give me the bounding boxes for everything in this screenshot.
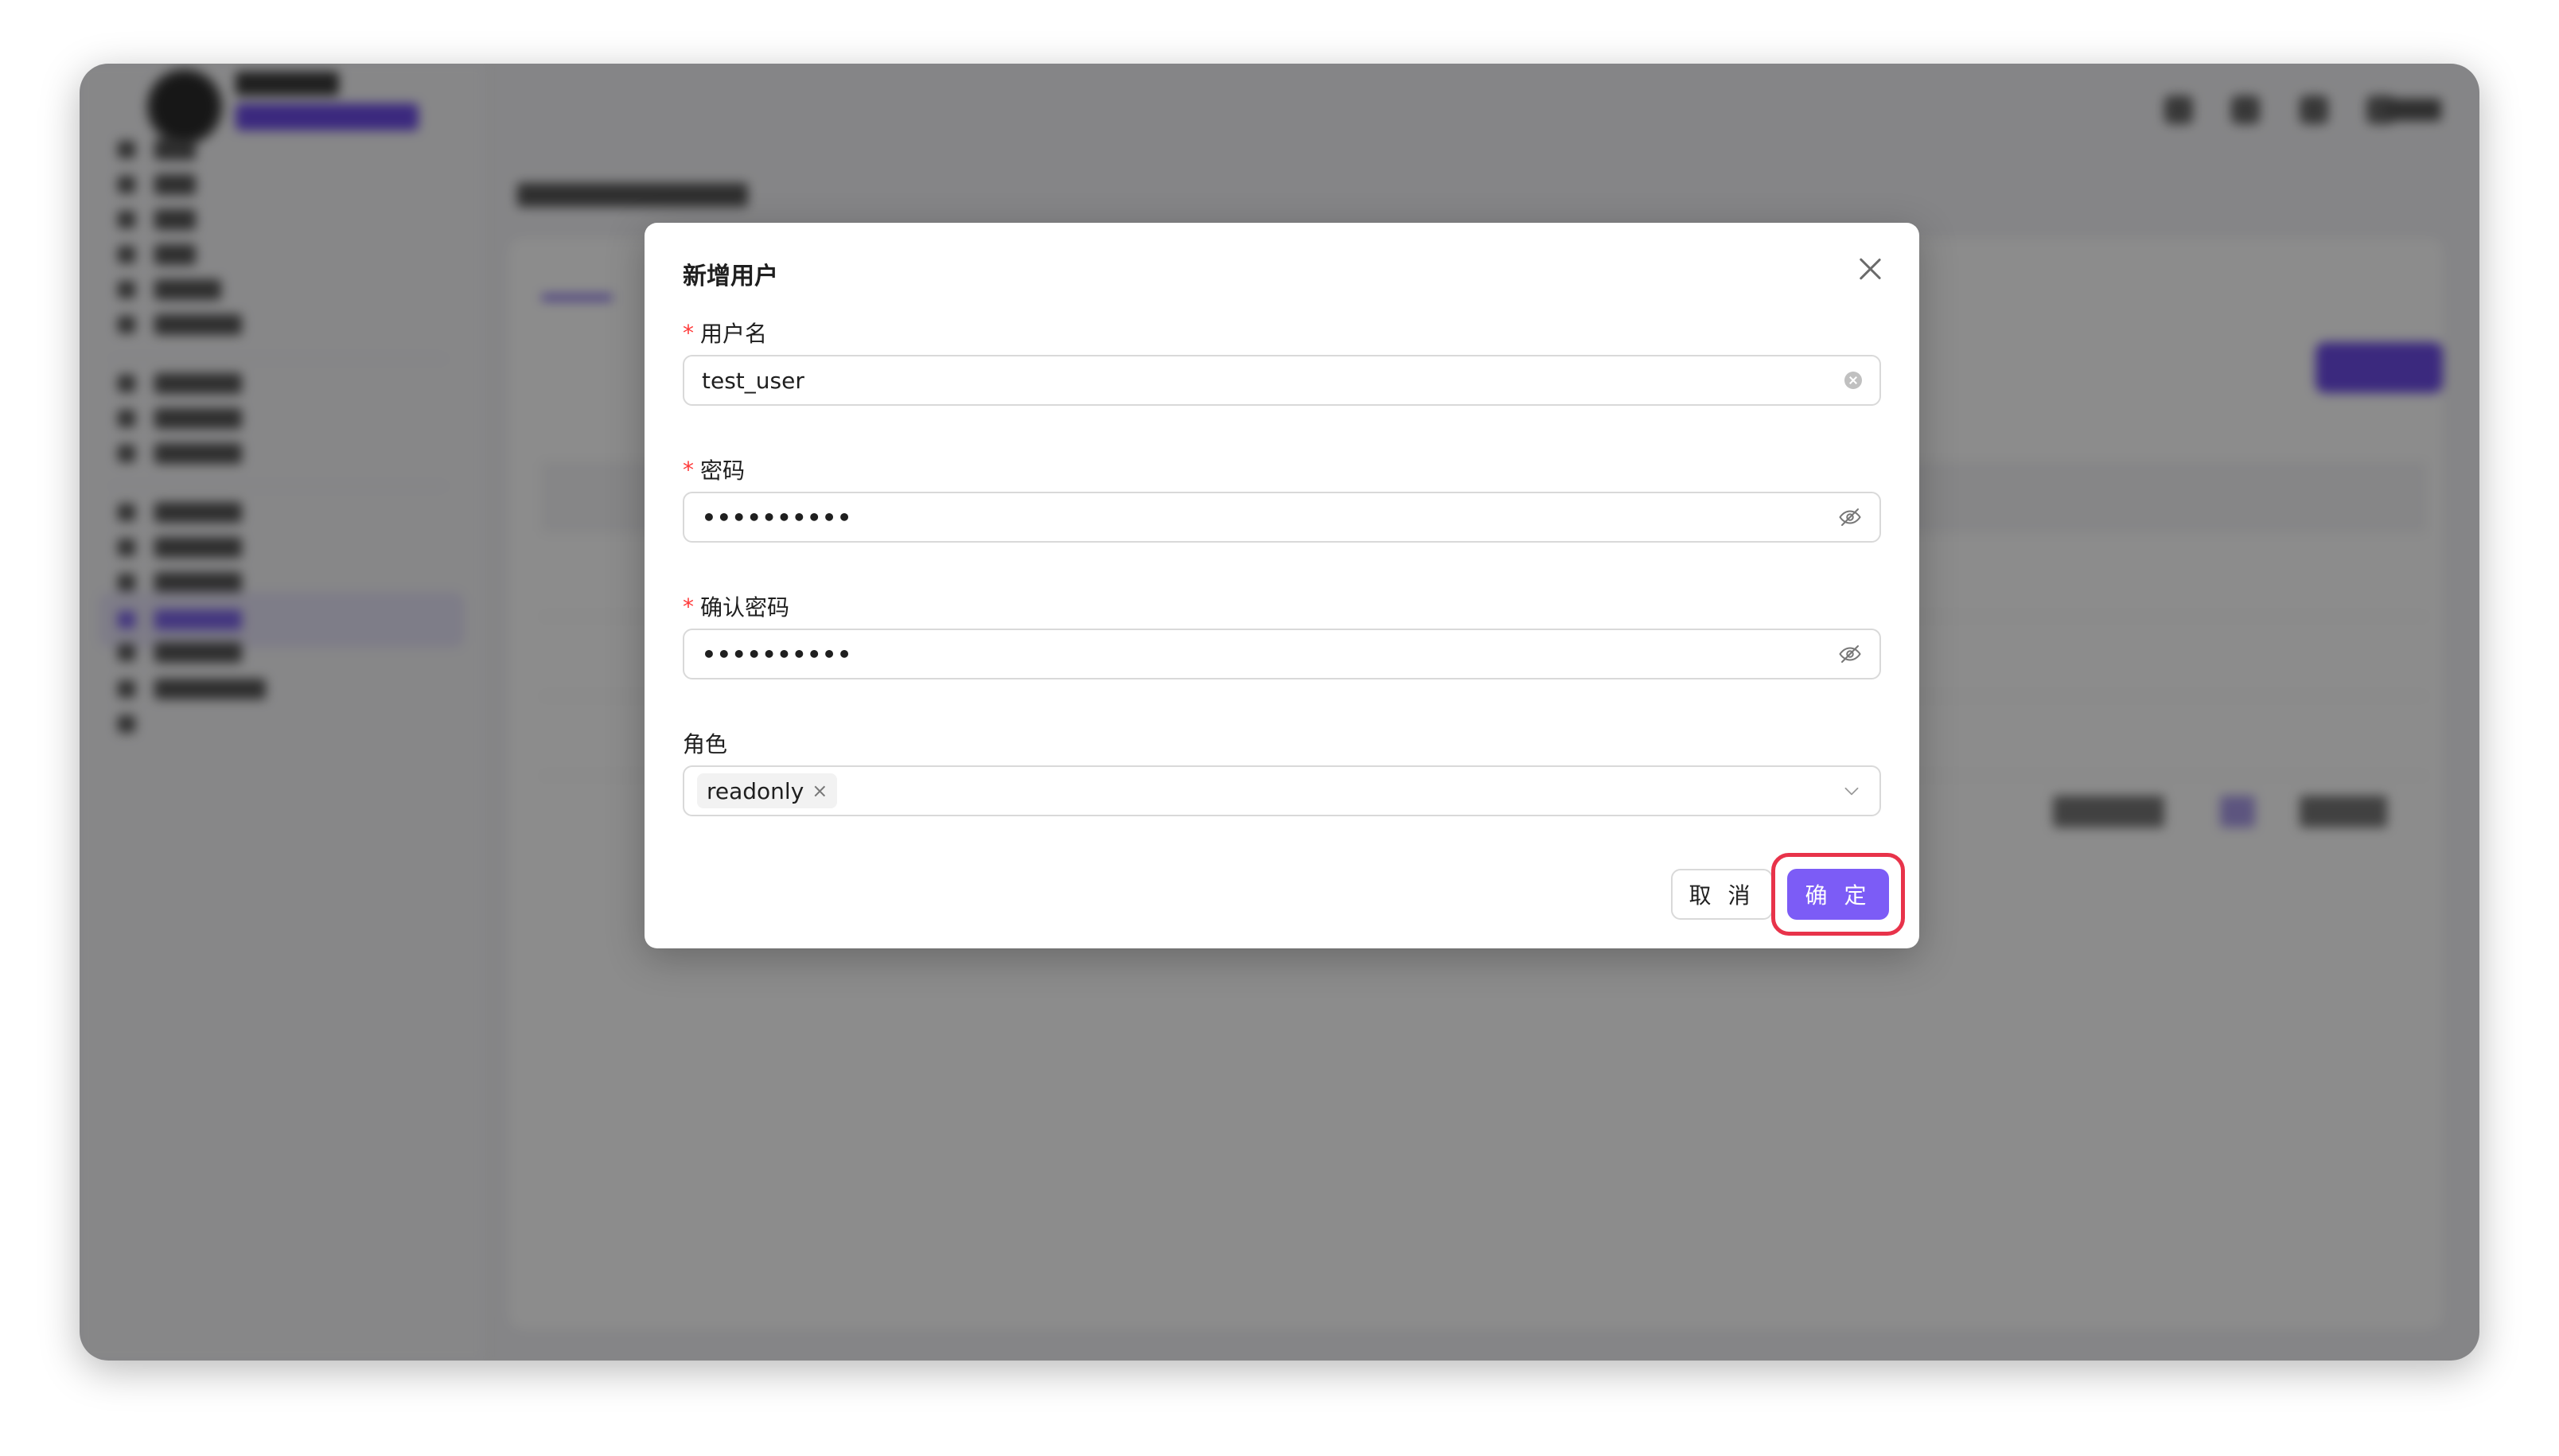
cancel-button[interactable]: 取 消 <box>1671 869 1773 920</box>
username-label-text: 用户名 <box>700 321 768 347</box>
add-user-dialog: 新增用户 * 用户名 test_user * 密码 •••••••••• * 确… <box>645 223 1919 948</box>
password-field[interactable]: •••••••••• <box>683 492 1881 543</box>
confirm-password-field[interactable]: •••••••••• <box>683 629 1881 679</box>
tag-remove-icon[interactable]: × <box>812 780 828 802</box>
username-value: test_user <box>702 367 804 394</box>
required-marker: * <box>683 456 694 483</box>
confirm-password-value: •••••••••• <box>702 640 852 668</box>
close-icon[interactable] <box>1854 253 1886 285</box>
eye-off-icon[interactable] <box>1838 642 1862 666</box>
password-label-text: 密码 <box>700 457 746 484</box>
dialog-title: 新增用户 <box>683 263 778 290</box>
confirm-button[interactable]: 确 定 <box>1787 869 1889 920</box>
role-label: 角色 <box>683 727 727 759</box>
password-value: •••••••••• <box>702 504 852 531</box>
role-label-text: 角色 <box>683 731 728 757</box>
clear-icon[interactable] <box>1844 372 1862 389</box>
role-select[interactable]: readonly × <box>683 765 1881 816</box>
eye-off-icon[interactable] <box>1838 505 1862 529</box>
required-marker: * <box>683 593 694 620</box>
username-field[interactable]: test_user <box>683 355 1881 406</box>
confirm-password-label-text: 确认密码 <box>700 594 790 621</box>
confirm-password-label: * 确认密码 <box>683 590 789 622</box>
required-marker: * <box>683 319 694 346</box>
username-label: * 用户名 <box>683 317 767 348</box>
role-tag-label: readonly <box>707 777 804 804</box>
password-label: * 密码 <box>683 454 745 485</box>
role-tag: readonly × <box>697 773 838 808</box>
chevron-down-icon[interactable] <box>1841 781 1862 801</box>
